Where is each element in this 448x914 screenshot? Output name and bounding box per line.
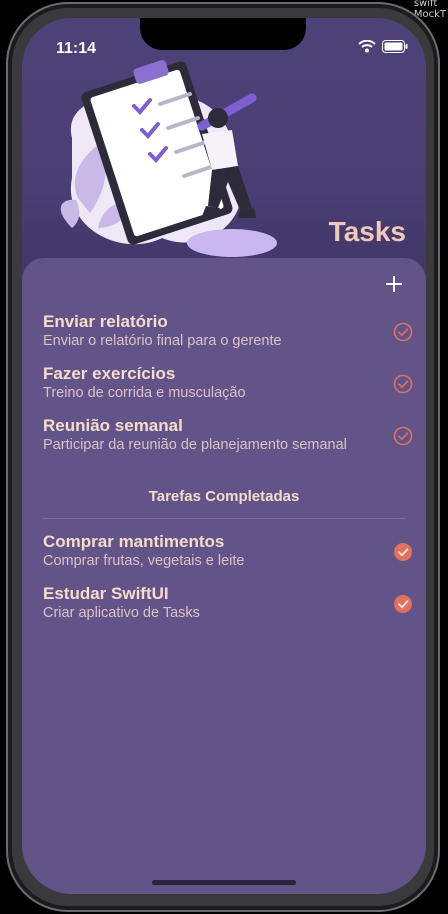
completed-section-title: Tarefas Completadas xyxy=(148,488,300,505)
wifi-icon xyxy=(358,40,376,53)
tasks-card xyxy=(22,258,426,894)
circle-check-outline-icon[interactable] xyxy=(393,426,413,446)
home-indicator xyxy=(152,880,296,885)
task-subtitle: Participar da reunião de planejamento se… xyxy=(43,437,347,453)
circle-check-outline-icon[interactable] xyxy=(393,322,413,342)
task-title: Estudar SwiftUI xyxy=(43,584,169,603)
task-item[interactable]: Enviar relatório Enviar o relatório fina… xyxy=(43,312,413,350)
task-title: Reunião semanal xyxy=(43,416,183,435)
completed-task-item[interactable]: Comprar mantimentos Comprar frutas, vege… xyxy=(43,532,413,570)
task-title: Fazer exercícios xyxy=(43,364,176,383)
task-subtitle: Comprar frutas, vegetais e leite xyxy=(43,553,245,569)
notch xyxy=(140,18,306,50)
task-subtitle: Treino de corrida e musculação xyxy=(43,385,246,401)
add-task-button[interactable] xyxy=(384,274,404,294)
battery-icon xyxy=(382,40,408,53)
section-divider xyxy=(43,518,405,519)
corner-line-1: swift xyxy=(413,0,438,9)
page-title: Tasks xyxy=(328,216,406,247)
task-item[interactable]: Reunião semanal Participar da reunião de… xyxy=(43,416,413,454)
circle-check-outline-icon[interactable] xyxy=(393,374,413,394)
app-screen: 11:14 Tasks Enviar relatório Enviar o re… xyxy=(22,18,426,894)
task-subtitle: Criar aplicativo de Tasks xyxy=(43,605,200,621)
task-subtitle: Enviar o relatório final para o gerente xyxy=(43,333,282,349)
completed-task-item[interactable]: Estudar SwiftUI Criar aplicativo de Task… xyxy=(43,584,413,622)
tasks-illustration xyxy=(60,60,277,257)
task-title: Comprar mantimentos xyxy=(43,532,225,551)
task-title: Enviar relatório xyxy=(43,312,168,331)
circle-check-filled-icon[interactable] xyxy=(393,594,413,614)
task-item[interactable]: Fazer exercícios Treino de corrida e mus… xyxy=(43,364,413,402)
status-time: 11:14 xyxy=(56,40,97,57)
status-icons xyxy=(358,40,408,53)
circle-check-filled-icon[interactable] xyxy=(393,542,413,562)
